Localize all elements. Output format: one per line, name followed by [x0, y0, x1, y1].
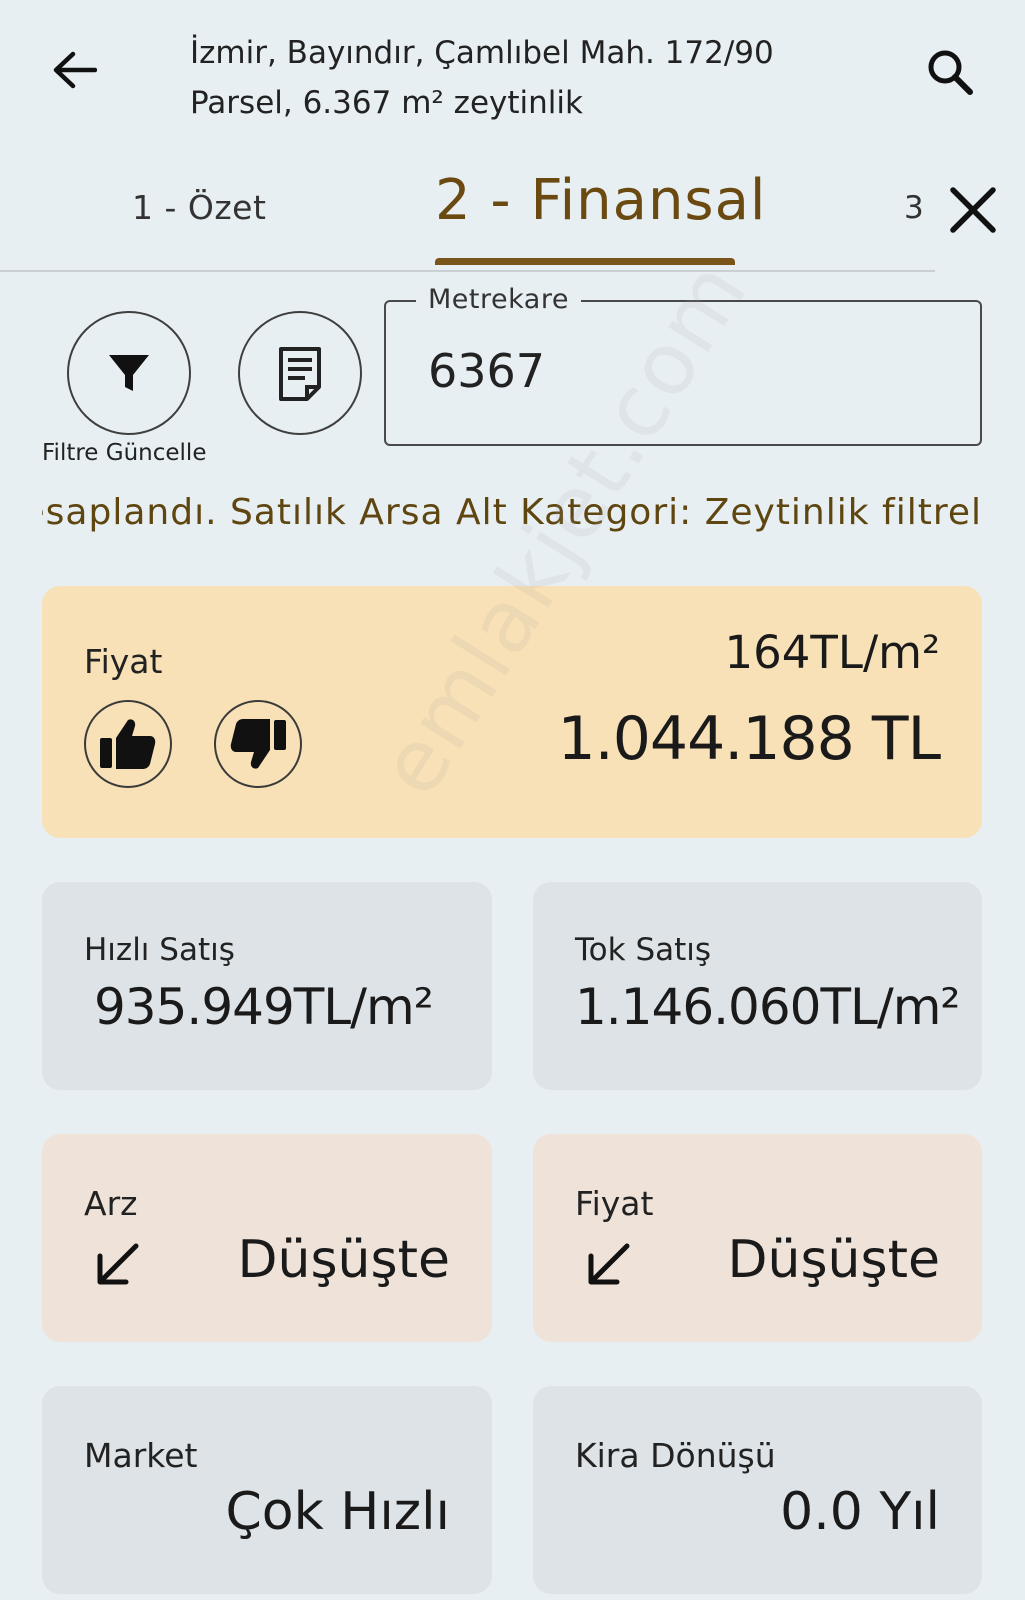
tab-3[interactable]: 3	[904, 190, 924, 226]
title-line-1: İzmir, Bayındır, Çamlıbel Mah. 172/90	[190, 35, 774, 71]
search-icon	[928, 50, 973, 95]
price-trend-label: Fiyat	[575, 1184, 654, 1223]
close-icon	[950, 187, 996, 233]
supply-label: Arz	[84, 1184, 138, 1223]
filter-update-button[interactable]	[67, 311, 191, 435]
thumbs-up-icon	[100, 719, 156, 769]
quick-sale-value: 935.949TL/m²	[94, 978, 434, 1036]
quick-sale-card: Hızlı Satış 935.949TL/m²	[42, 882, 492, 1090]
tab-ozet[interactable]: 1 - Özet	[132, 188, 266, 227]
close-button[interactable]	[945, 182, 1001, 238]
price-trend-value: Düşüşte	[727, 1230, 940, 1290]
tab-bar: 1 - Özet 2 - Finansal 3	[0, 160, 1025, 272]
back-button[interactable]	[44, 40, 104, 100]
thumbs-down-button[interactable]	[214, 700, 302, 788]
tab-divider	[0, 270, 935, 272]
market-label: Market	[84, 1436, 198, 1475]
document-button[interactable]	[238, 311, 362, 435]
market-card: Market Çok Hızlı	[42, 1386, 492, 1594]
arrow-down-left-icon	[588, 1243, 630, 1285]
bulk-sale-value: 1.146.060TL/m²	[575, 978, 960, 1036]
screen: İzmir, Bayındır, Çamlıbel Mah. 172/90 Pa…	[0, 0, 1025, 1600]
price-label: Fiyat	[84, 642, 163, 681]
tab-finansal[interactable]: 2 - Finansal	[435, 168, 766, 233]
bulk-sale-label: Tok Satış	[575, 932, 712, 968]
rent-return-label: Kira Dönüşü	[575, 1436, 776, 1475]
rent-return-value: 0.0 Yıl	[780, 1482, 940, 1542]
title-line-2: Parsel, 6.367 m² zeytinlik	[190, 85, 583, 121]
app-header: İzmir, Bayındır, Çamlıbel Mah. 172/90 Pa…	[0, 0, 1025, 150]
arrow-down-left-icon	[97, 1243, 139, 1285]
market-value: Çok Hızlı	[225, 1482, 450, 1542]
thumbs-up-button[interactable]	[84, 700, 172, 788]
price-total: 1.044.188 TL	[557, 704, 941, 774]
search-button[interactable]	[920, 42, 980, 102]
filter-icon	[109, 355, 149, 391]
document-icon	[279, 347, 321, 401]
page-title: İzmir, Bayındır, Çamlıbel Mah. 172/90 Pa…	[190, 28, 830, 128]
price-per-m2: 164TL/m²	[724, 626, 941, 679]
quick-sale-label: Hızlı Satış	[84, 932, 235, 968]
price-trend-card: Fiyat Düşüşte	[533, 1134, 982, 1342]
metrekare-label: Metrekare	[416, 284, 581, 315]
supply-card: Arz Düşüşte	[42, 1134, 492, 1342]
supply-value: Düşüşte	[237, 1230, 450, 1290]
thumbs-down-icon	[230, 719, 286, 769]
rent-return-card: Kira Dönüşü 0.0 Yıl	[533, 1386, 982, 1594]
bulk-sale-card: Tok Satış 1.146.060TL/m²	[533, 882, 982, 1090]
filter-update-label: Filtre Güncelle	[42, 440, 207, 466]
arrow-left-icon	[53, 51, 97, 89]
